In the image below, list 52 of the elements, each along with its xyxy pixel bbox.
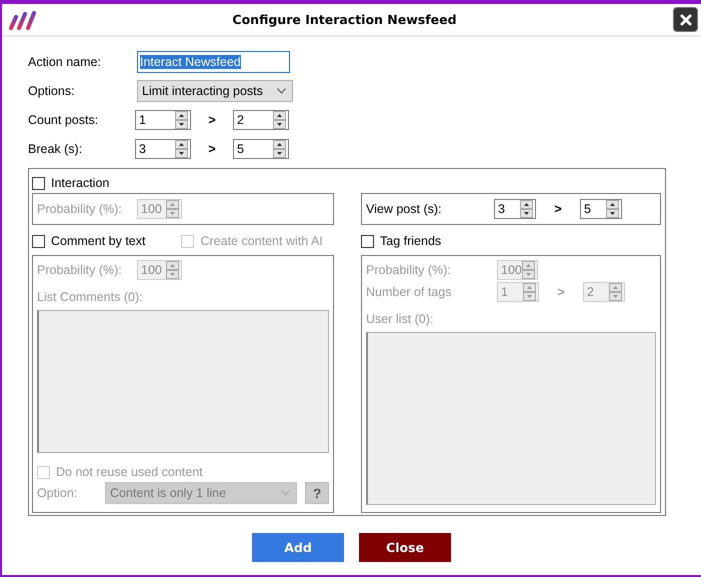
help-button[interactable]: ? xyxy=(305,482,329,504)
number-spinner[interactable]: 5 xyxy=(233,139,289,159)
spin-arrows-icon xyxy=(609,283,622,301)
add-button[interactable]: Add xyxy=(252,533,344,562)
spin-arrows-icon xyxy=(175,140,188,158)
number-spinner[interactable]: 3 xyxy=(494,199,536,219)
range-separator: > xyxy=(556,285,566,299)
spin-arrows-icon xyxy=(273,140,286,158)
spin-arrows-icon xyxy=(522,261,535,279)
close-icon xyxy=(680,14,692,26)
field-label: Probability (%): xyxy=(37,263,123,277)
window-title: Configure Interaction Newsfeed xyxy=(231,12,458,27)
range-separator: > xyxy=(207,113,217,127)
spin-arrows-icon xyxy=(175,111,188,129)
field-label: Action name: xyxy=(28,55,102,69)
checkbox[interactable] xyxy=(361,234,374,248)
field-label: Break (s): xyxy=(28,142,84,156)
spin-arrows-icon xyxy=(606,200,619,218)
checkbox-label: Comment by text xyxy=(51,234,146,248)
text-field[interactable]: Interact Newsfeed xyxy=(137,51,290,73)
number-spinner[interactable]: 2 xyxy=(233,110,289,130)
checkbox-label: Do not reuse used content xyxy=(56,465,203,479)
dropdown[interactable]: Limit interacting posts xyxy=(137,80,293,102)
chevron-down-icon xyxy=(277,88,286,94)
number-spinner[interactable]: 1 xyxy=(135,110,191,130)
checkbox-label: Tag friends xyxy=(380,234,442,248)
checkbox[interactable] xyxy=(32,234,45,248)
field-label: Number of tags xyxy=(366,285,452,299)
field-label: Options: xyxy=(28,84,76,98)
field-label: User list (0): xyxy=(366,312,434,326)
spin-arrows-icon xyxy=(166,200,179,218)
number-spinner[interactable]: 3 xyxy=(135,139,191,159)
chevron-down-icon xyxy=(281,490,290,496)
field-label: View post (s): xyxy=(366,202,442,216)
field-label: Probability (%): xyxy=(37,202,123,216)
close-button[interactable] xyxy=(673,7,698,32)
spin-arrows-icon xyxy=(523,283,536,301)
number-spinner[interactable]: 5 xyxy=(580,199,622,219)
field-label: Probability (%): xyxy=(366,263,452,277)
spin-arrows-icon xyxy=(520,200,533,218)
field-label: Count posts: xyxy=(28,113,100,127)
close-button[interactable]: Close xyxy=(359,533,451,562)
field-label: Option: xyxy=(37,486,78,500)
checkbox-label: Interaction xyxy=(51,176,110,190)
range-separator: > xyxy=(553,202,563,216)
range-separator: > xyxy=(207,142,217,156)
app-logo-icon xyxy=(8,8,36,30)
spin-arrows-icon xyxy=(273,111,286,129)
checkbox[interactable] xyxy=(32,176,45,190)
spin-arrows-icon xyxy=(166,261,179,279)
field-label: List Comments (0): xyxy=(37,290,144,304)
checkbox-label: Create content with AI xyxy=(200,234,323,248)
